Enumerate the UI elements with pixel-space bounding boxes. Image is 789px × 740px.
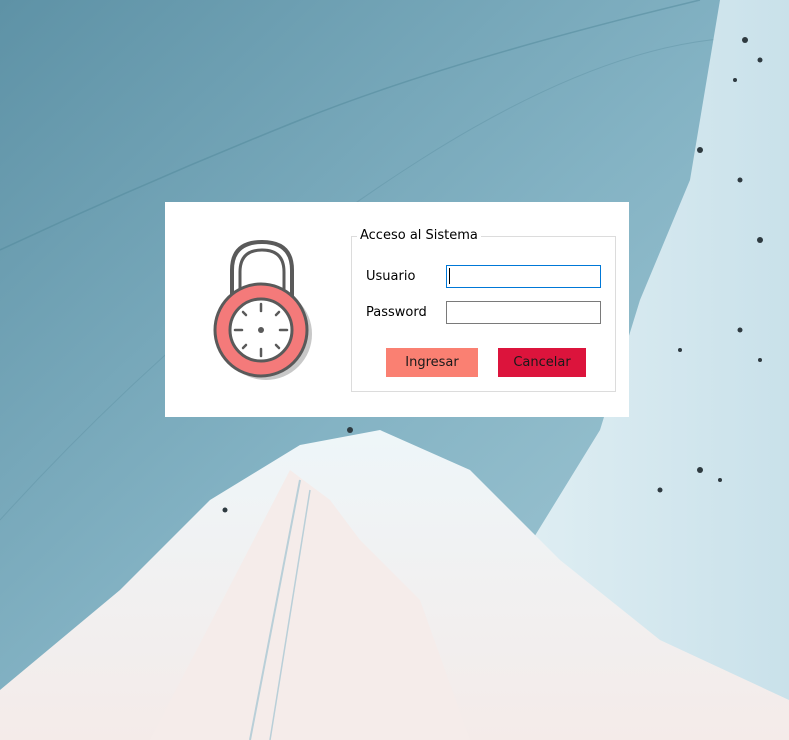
usuario-label: Usuario <box>366 269 416 284</box>
text-cursor <box>449 268 450 284</box>
groupbox-title: Acceso al Sistema <box>357 228 481 244</box>
cancelar-button[interactable]: Cancelar <box>498 348 586 377</box>
ingresar-button[interactable]: Ingresar <box>386 348 478 377</box>
password-input[interactable] <box>446 301 601 324</box>
password-label: Password <box>366 305 427 320</box>
usuario-input[interactable] <box>446 265 601 288</box>
padlock-icon <box>210 238 320 383</box>
